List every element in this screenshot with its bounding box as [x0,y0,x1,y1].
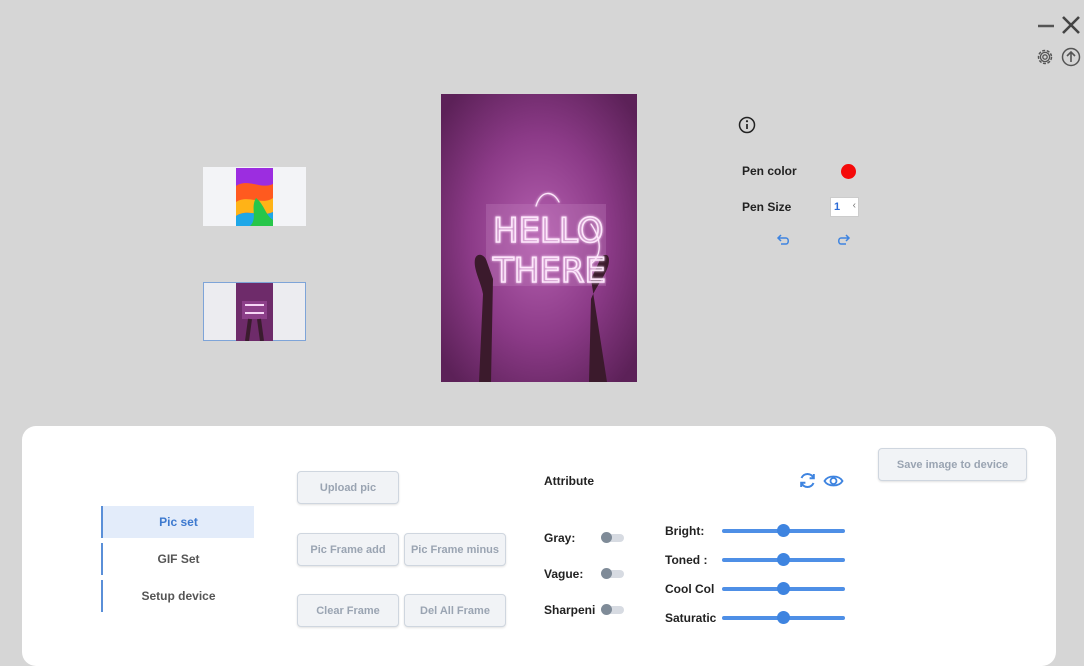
thumbnail-hello-there[interactable] [203,282,306,341]
thumbnail-abstract[interactable] [203,167,306,226]
pen-size-label: Pen Size [742,200,792,214]
hello-there-thumbnail-image [236,282,273,341]
pic-frame-minus-button[interactable]: Pic Frame minus [404,533,506,566]
bright-slider-knob[interactable] [777,524,790,537]
attribute-title: Attribute [544,474,594,488]
saturation-slider-knob[interactable] [777,611,790,624]
chevron-left-icon[interactable]: ‹ [853,200,856,211]
cool-color-slider-knob[interactable] [777,582,790,595]
sharpen-toggle-knob [601,604,612,615]
pen-size-value: 1 [834,201,841,213]
gray-label: Gray: [544,531,576,545]
undo-icon[interactable] [776,231,792,247]
bright-label: Bright: [665,524,705,538]
close-icon[interactable] [1060,14,1082,36]
info-icon[interactable] [738,116,756,134]
nav-setup-device[interactable]: Setup device [101,580,254,612]
gray-toggle[interactable] [601,532,624,543]
preview-image-canvas[interactable]: HELLO THERE [441,94,637,382]
gray-toggle-knob [601,532,612,543]
gear-icon[interactable] [1034,46,1056,68]
vague-toggle[interactable] [601,568,624,579]
vague-toggle-knob [601,568,612,579]
cool-color-label: Cool Col [665,582,715,596]
pen-color-swatch[interactable] [841,164,856,179]
clear-frame-button[interactable]: Clear Frame [297,594,399,627]
eye-icon[interactable] [823,472,844,490]
vague-label: Vague: [544,567,584,581]
toned-slider-knob[interactable] [777,553,790,566]
upload-circle-icon[interactable] [1060,46,1082,68]
save-image-button[interactable]: Save image to device [878,448,1027,481]
neon-text-line2: THERE [492,251,606,291]
upload-pic-button[interactable]: Upload pic [297,471,399,504]
del-all-frame-button[interactable]: Del All Frame [404,594,506,627]
minimize-icon[interactable] [1036,15,1056,35]
nav-gif-set[interactable]: GIF Set [101,543,254,575]
toned-label: Toned : [665,553,708,567]
pen-color-label: Pen color [742,164,797,178]
toned-slider[interactable] [722,553,845,566]
redo-icon[interactable] [835,231,851,247]
sharpen-label: Sharpeni [544,603,596,617]
sharpen-toggle[interactable] [601,604,624,615]
hello-there-neon-image: HELLO THERE [441,94,637,382]
pic-frame-add-button[interactable]: Pic Frame add [297,533,399,566]
saturation-label: Saturatic [665,611,717,625]
bright-slider[interactable] [722,524,845,537]
pen-size-input[interactable]: 1 ‹ [830,197,859,217]
neon-text-line1: HELLO [493,211,603,251]
nav-pic-set[interactable]: Pic set [101,506,254,538]
refresh-icon[interactable] [798,471,817,490]
abstract-thumbnail-image [236,167,273,226]
cool-color-slider[interactable] [722,582,845,595]
saturation-slider[interactable] [722,611,845,624]
